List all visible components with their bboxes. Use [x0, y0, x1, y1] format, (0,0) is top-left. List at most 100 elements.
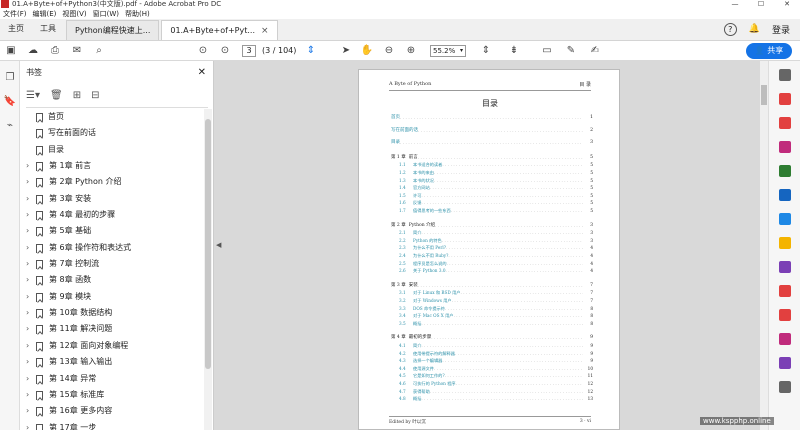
scrollbar-thumb[interactable] [205, 119, 211, 369]
bookmarks-icon[interactable]: 🔖 [3, 95, 17, 109]
page-display-icon[interactable]: ⇕ [478, 43, 494, 59]
chevron-right-icon[interactable]: › [26, 240, 29, 256]
document-scrollbar[interactable] [760, 61, 768, 430]
chevron-right-icon[interactable]: › [26, 387, 29, 403]
bookmark-item[interactable]: › 第 4章 最初的步骤 [20, 207, 203, 223]
organize-pages-icon[interactable] [779, 213, 791, 225]
chevron-right-icon[interactable]: › [26, 420, 29, 430]
bookmark-item[interactable]: › 第 1章 前言 [20, 158, 203, 174]
toc-entry[interactable]: 1.1 本书适合的读者 .............................… [391, 161, 593, 168]
chevron-right-icon[interactable]: › [26, 403, 29, 419]
page-number-input[interactable]: 3 [242, 45, 256, 57]
toc-entry[interactable]: 1.5 许可 ..................................… [391, 192, 593, 199]
toc-entry[interactable]: 1.3 本书的状况 ...............................… [391, 177, 593, 184]
bookmark-from-structure-icon[interactable]: ⊟ [91, 90, 99, 101]
login-link[interactable]: 登录 [772, 23, 790, 36]
toc-entry[interactable]: 第 3 章安装 ................................… [391, 282, 593, 289]
certificates-icon[interactable] [779, 357, 791, 369]
bookmark-item[interactable]: 目录 [20, 142, 203, 158]
chevron-right-icon[interactable]: › [26, 256, 29, 272]
toc-entry[interactable]: 1.4 官方网站 ................................… [391, 184, 593, 191]
next-page-icon[interactable]: ⊙ [218, 43, 232, 59]
help-icon[interactable]: ? [723, 22, 737, 36]
chevron-right-icon[interactable]: › [26, 272, 29, 288]
toc-entry[interactable]: 目录 .....................................… [391, 139, 593, 146]
toc-entry[interactable]: 第 4 章最初的步骤 .............................… [391, 334, 593, 341]
toc-entry[interactable]: 2.6 关于 Python 3.0 .......................… [391, 267, 593, 274]
toc-entry[interactable]: 3.5 概括 ..................................… [391, 320, 593, 327]
send-for-signature-icon[interactable] [779, 333, 791, 345]
maximize-button[interactable]: ☐ [748, 0, 774, 9]
toc-entry[interactable]: 写在前面的话 .................................… [391, 127, 593, 134]
notification-bell-icon[interactable]: 🔔 [749, 24, 760, 34]
edit-pdf-icon[interactable] [779, 141, 791, 153]
zoom-level-select[interactable]: 55.2% [430, 45, 466, 57]
toc-entry[interactable]: 1.6 反馈 ..................................… [391, 199, 593, 206]
toc-entry[interactable]: 3.4 对于 Mac OS X 用户 ......................… [391, 312, 593, 319]
bookmark-item[interactable]: › 第 2章 Python 介绍 [20, 174, 203, 190]
toc-entry[interactable]: 首页 .....................................… [391, 114, 593, 121]
bookmark-item[interactable]: › 第 11章 解决问题 [20, 321, 203, 337]
document-tab[interactable]: Python编程快速上... [66, 20, 160, 40]
protect-icon[interactable] [779, 309, 791, 321]
share-button[interactable]: 👤 共享 [746, 43, 792, 59]
bookmark-item[interactable]: › 第 14章 异常 [20, 371, 203, 387]
toc-entry[interactable]: 2.4 为什么不用 Ruby? .........................… [391, 252, 593, 259]
close-panel-icon[interactable]: ✕ [198, 66, 206, 80]
bookmark-item[interactable]: › 第 10章 数据结构 [20, 305, 203, 321]
compress-pdf-icon[interactable] [779, 285, 791, 297]
zoom-tool-icon[interactable] [779, 69, 791, 81]
bookmark-item[interactable]: › 第 6章 操作符和表达式 [20, 240, 203, 256]
bookmark-item[interactable]: 写在前面的话 [20, 125, 203, 141]
bookmark-item[interactable]: › 第 15章 标准库 [20, 387, 203, 403]
toc-entry[interactable]: 2.3 为什么不用 Perl? .........................… [391, 244, 593, 251]
chevron-right-icon[interactable]: › [26, 158, 29, 174]
bookmark-item[interactable]: › 第 12章 面向对象编程 [20, 338, 203, 354]
chevron-right-icon[interactable]: › [26, 174, 29, 190]
document-tab-active[interactable]: 01.A+Byte+of+Pyt... × [161, 20, 278, 40]
zoom-out-icon[interactable]: ⊖ [382, 43, 396, 59]
bookmark-item[interactable]: 首页 [20, 109, 203, 125]
toc-entry[interactable]: 第 1 章前言 ................................… [391, 154, 593, 161]
sign-icon[interactable]: ✍ [588, 43, 602, 59]
toc-entry[interactable]: 4.8 概括 ..................................… [391, 395, 593, 402]
toc-entry[interactable]: 2.5 程序员是怎么说的 ............................… [391, 260, 593, 267]
close-window-button[interactable]: ✕ [774, 0, 800, 9]
bookmark-item[interactable]: › 第 8章 函数 [20, 272, 203, 288]
chevron-right-icon[interactable]: › [26, 338, 29, 354]
toc-entry[interactable]: 1.2 本书的来由 ...............................… [391, 169, 593, 176]
toc-entry[interactable]: 3.2 对于 Windows 用户 .......................… [391, 297, 593, 304]
chevron-right-icon[interactable]: › [26, 321, 29, 337]
bookmark-item[interactable]: › 第 3章 安装 [20, 191, 203, 207]
chevron-right-icon[interactable]: › [26, 223, 29, 239]
highlight-pen-icon[interactable]: ✎ [564, 43, 578, 59]
hand-tool-icon[interactable]: ✋ [360, 43, 374, 59]
bookmark-item[interactable]: › 第 16章 更多内容 [20, 403, 203, 419]
menu-help[interactable]: 帮助(H) [122, 9, 153, 19]
comment-tool-icon[interactable] [779, 237, 791, 249]
chevron-right-icon[interactable]: › [26, 354, 29, 370]
toc-entry[interactable]: 4.4 使用源文件 ...............................… [391, 365, 593, 372]
close-tab-icon[interactable]: × [261, 21, 269, 40]
chevron-right-icon[interactable]: › [26, 207, 29, 223]
toc-entry[interactable]: 4.1 简介 ..................................… [391, 342, 593, 349]
toc-entry[interactable]: 4.3 选择一个编辑器 .............................… [391, 357, 593, 364]
fit-page-icon[interactable]: ⇕ [304, 43, 318, 59]
toc-entry[interactable]: 4.5 它是如何工作的? ............................… [391, 372, 593, 379]
more-tools-icon[interactable] [779, 381, 791, 393]
chevron-right-icon[interactable]: › [26, 289, 29, 305]
tab-home[interactable]: 主页 [0, 18, 32, 40]
previous-page-icon[interactable]: ⊙ [196, 43, 210, 59]
fill-sign-icon[interactable] [779, 261, 791, 273]
panel-scrollbar[interactable] [204, 109, 212, 430]
toc-entry[interactable]: 4.6 可执行的 Python 程序 ......................… [391, 380, 593, 387]
scrollbar-thumb[interactable] [761, 85, 767, 105]
upload-cloud-icon[interactable]: ☁ [26, 43, 40, 59]
bookmark-item[interactable]: › 第 13章 输入输出 [20, 354, 203, 370]
page-thumbnails-icon[interactable]: ❐ [3, 71, 17, 85]
collapse-left-arrow-icon[interactable]: ◀ [216, 241, 221, 249]
email-icon[interactable]: ✉ [70, 43, 84, 59]
minimize-button[interactable]: — [722, 0, 748, 9]
new-bookmark-icon[interactable]: ⊞ [73, 90, 81, 101]
export-pdf-icon[interactable] [779, 93, 791, 105]
